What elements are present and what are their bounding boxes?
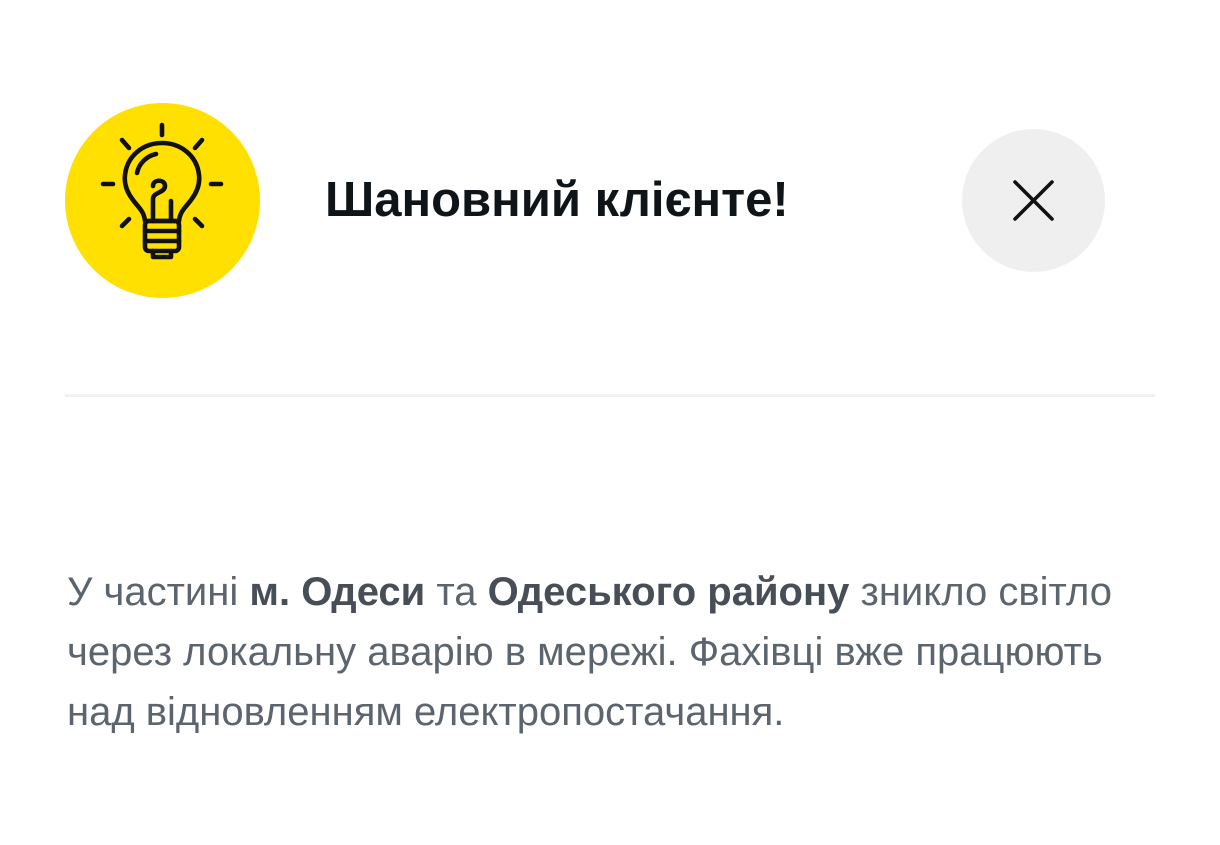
header-divider — [65, 394, 1155, 397]
message-district: Одеського району — [487, 570, 850, 614]
message-text-middle: та — [425, 570, 488, 614]
message-city: м. Одеси — [249, 570, 426, 614]
outage-message: У частині м. Одеси та Одеського району з… — [67, 562, 1137, 742]
close-icon — [1013, 180, 1054, 221]
dialog-header: Шановний клієнте! — [65, 103, 1155, 298]
close-button[interactable] — [962, 129, 1105, 272]
dialog-title: Шановний клієнте! — [325, 173, 789, 227]
lightbulb-icon — [65, 103, 260, 298]
message-text-start: У частині — [67, 570, 250, 614]
notification-dialog: Шановний клієнте! У частині м. Одеси та … — [0, 0, 1220, 845]
